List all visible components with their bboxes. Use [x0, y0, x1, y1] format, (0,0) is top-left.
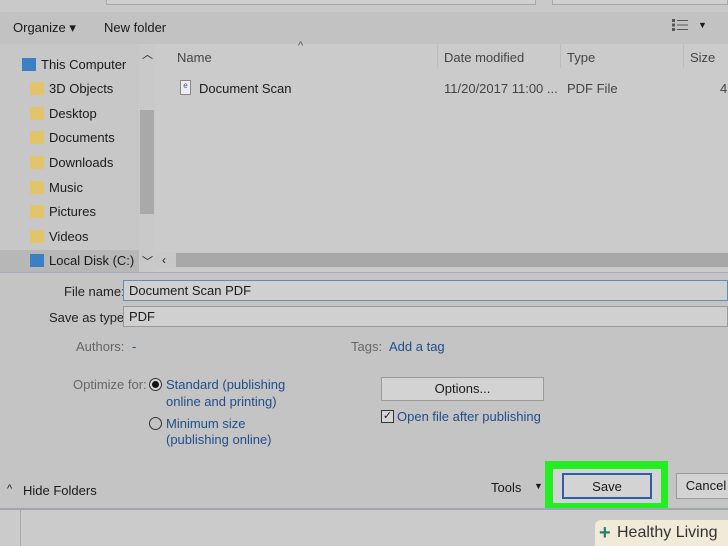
nav-item-label: Documents: [49, 130, 115, 146]
save-button[interactable]: Save: [562, 473, 652, 499]
radio-minimum-label-2[interactable]: (publishing online): [166, 432, 272, 447]
nav-item-label: Pictures: [49, 204, 96, 220]
folder-videos-icon: [30, 229, 44, 243]
column-name[interactable]: Name: [177, 50, 212, 65]
address-bar[interactable]: [106, 0, 536, 5]
radio-minimum[interactable]: [149, 417, 162, 430]
nav-item-label: This Computer: [41, 56, 127, 72]
nav-item-label: Desktop: [49, 105, 97, 121]
nav-item-label: 3D Objects: [49, 81, 114, 97]
view-dropdown-icon[interactable]: ▼: [698, 20, 707, 30]
file-row[interactable]: e Document Scan 11/20/2017 11:00 ... PDF…: [170, 78, 728, 100]
horizontal-scroll-thumb[interactable]: [176, 253, 728, 267]
watermark-text: Healthy Living: [617, 524, 718, 541]
radio-standard-label-2[interactable]: online and printing): [166, 394, 277, 409]
details-view-icon[interactable]: [672, 19, 688, 31]
nav-scroll-thumb[interactable]: [140, 110, 154, 214]
computer-icon: [22, 57, 36, 71]
folder-pictures-icon: [30, 205, 44, 219]
scroll-up-icon[interactable]: ︿: [142, 46, 153, 62]
file-size: 4: [720, 81, 728, 96]
tags-label: Tags:: [351, 339, 383, 354]
authors-value[interactable]: -: [132, 339, 136, 354]
tags-input[interactable]: Add a tag: [389, 339, 445, 354]
tools-button[interactable]: Tools: [491, 480, 521, 495]
tools-dropdown-icon[interactable]: ▼: [534, 481, 543, 491]
radio-standard-label[interactable]: Standard (publishing: [166, 377, 285, 392]
watermark-logo: + Healthy Living: [595, 520, 728, 546]
radio-standard[interactable]: [149, 378, 162, 391]
folder-desktop-icon: [30, 106, 44, 120]
chevron-up-icon[interactable]: ^: [7, 483, 12, 495]
search-box[interactable]: [552, 0, 728, 5]
cancel-button[interactable]: Cancel: [676, 473, 728, 499]
scroll-left-icon[interactable]: ‹: [162, 253, 166, 267]
open-after-checkbox[interactable]: ✓: [381, 410, 394, 423]
radio-minimum-label[interactable]: Minimum size: [166, 416, 245, 431]
file-name: Document Scan: [199, 81, 292, 96]
nav-item-label: Music: [49, 179, 83, 195]
folder-documents-icon: [30, 131, 44, 145]
divider: [0, 272, 728, 273]
save-type-label: Save as type:: [49, 310, 128, 325]
file-date: 11/20/2017 11:00 ...: [444, 81, 558, 96]
column-separator: [683, 44, 684, 68]
pdf-file-icon: e: [180, 80, 191, 95]
folder-3d-icon: [30, 82, 44, 96]
sort-asc-icon: ^: [298, 40, 304, 52]
drive-icon: [30, 254, 44, 268]
file-name-label: File name:: [64, 284, 125, 299]
column-separator: [437, 44, 438, 68]
nav-item-label: Downloads: [49, 154, 114, 170]
column-type[interactable]: Type: [567, 50, 595, 65]
nav-item-label: Local Disk (C:): [49, 253, 135, 269]
save-type-select[interactable]: PDF: [123, 306, 728, 327]
new-folder-button[interactable]: New folder: [104, 20, 166, 35]
folder-music-icon: [30, 180, 44, 194]
file-name-input[interactable]: Document Scan PDF: [123, 280, 728, 301]
authors-label: Authors:: [76, 339, 125, 354]
hide-folders-button[interactable]: Hide Folders: [23, 483, 97, 498]
open-after-label[interactable]: Open file after publishing: [397, 409, 541, 424]
folder-downloads-icon: [30, 155, 44, 169]
organize-button[interactable]: Organize ▾: [13, 20, 76, 36]
column-size[interactable]: Size: [690, 50, 715, 65]
column-date[interactable]: Date modified: [444, 50, 524, 65]
scroll-down-icon[interactable]: ﹀: [142, 253, 153, 269]
nav-item-label: Videos: [49, 228, 89, 244]
file-type: PDF File: [567, 81, 618, 96]
optimize-label: Optimize for:: [73, 377, 147, 392]
options-button[interactable]: Options...: [381, 377, 544, 401]
plus-logo-icon: +: [599, 522, 611, 544]
divider: [20, 510, 21, 546]
column-separator: [560, 44, 561, 68]
